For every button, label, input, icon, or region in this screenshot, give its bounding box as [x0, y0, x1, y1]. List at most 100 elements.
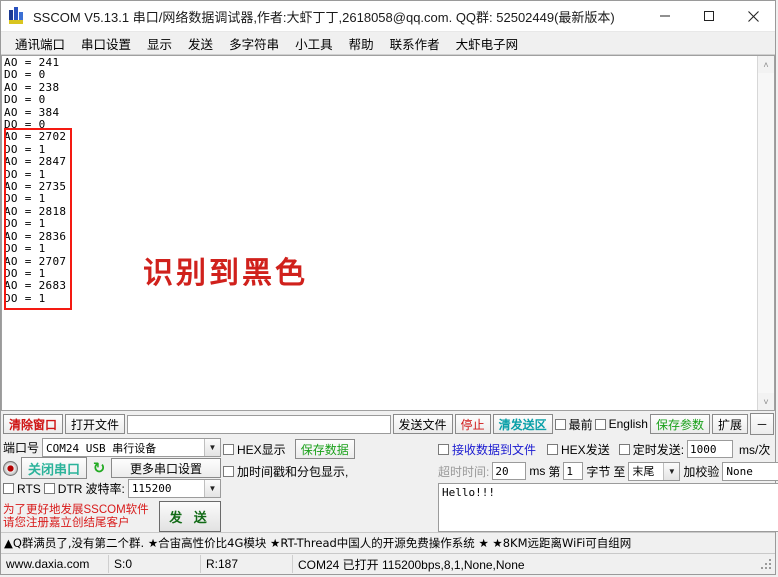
- timeout-input[interactable]: 20: [492, 462, 527, 480]
- menu-item-tools[interactable]: 小工具: [287, 32, 341, 55]
- timeout-label: 超时时间:: [438, 464, 490, 479]
- send-text-area[interactable]: Hello!!! ˄ ˅: [438, 483, 778, 532]
- timestamp-label: 加时间戳和分包显示,: [237, 464, 349, 479]
- range-end-chevron-down-icon[interactable]: ▼: [663, 462, 680, 480]
- menu-item-comm-port[interactable]: 通讯端口: [7, 32, 73, 55]
- checksum-value: None: [726, 464, 753, 478]
- rts-checkbox[interactable]: RTS: [3, 482, 41, 496]
- receive-scrollbar[interactable]: ˄ ˅: [757, 56, 774, 410]
- send-button[interactable]: 发 送: [159, 501, 221, 532]
- rts-checkbox-box[interactable]: [3, 483, 14, 494]
- terminal-output[interactable]: AO = 241 DO = 0 AO = 238 DO = 0 AO = 384…: [2, 56, 757, 410]
- receive-area: AO = 241 DO = 0 AO = 238 DO = 0 AO = 384…: [1, 55, 775, 411]
- save-params-button[interactable]: 保存参数: [649, 414, 710, 434]
- hex-display-checkbox-box[interactable]: [223, 443, 234, 455]
- register-hint-line2: 请您注册嘉立创结尾客户: [3, 516, 130, 529]
- interval-input[interactable]: 1000: [687, 440, 734, 458]
- timeout-unit-label: ms: [529, 464, 546, 478]
- open-file-button[interactable]: 打开文件: [65, 414, 126, 434]
- byte-prefix-label: 第: [548, 464, 561, 479]
- close-port-button[interactable]: 关闭串口: [21, 457, 88, 479]
- menu-item-multi-string[interactable]: 多字符串: [221, 32, 287, 55]
- terminal-text: AO = 241 DO = 0 AO = 238 DO = 0 AO = 384…: [4, 56, 67, 305]
- baud-select[interactable]: 115200 ▼: [127, 479, 221, 498]
- port-settings-column: 端口号 COM24 USB 串行设备 ▼ 关闭串口 ↻ 更多串口设置 RTS D…: [1, 436, 223, 532]
- english-checkbox-box[interactable]: [594, 418, 606, 430]
- send-options-row-1: 接收数据到文件 HEX发送 定时发送: 1000 ms/次 加回车换行 ?: [438, 438, 778, 460]
- menu-bar: 通讯端口 串口设置 显示 发送 多字符串 小工具 帮助 联系作者 大虾电子网: [1, 32, 775, 55]
- recv-to-file-label: 接收数据到文件: [452, 442, 537, 457]
- receive-options-column: HEX显示 保存数据 加时间戳和分包显示,: [223, 436, 438, 532]
- status-received-count: R:187: [201, 555, 293, 573]
- resize-grip-icon[interactable]: [759, 557, 773, 571]
- menu-item-daxia-website[interactable]: 大虾电子网: [448, 32, 527, 55]
- hex-display-checkbox[interactable]: HEX显示: [223, 441, 286, 458]
- menu-item-send[interactable]: 发送: [180, 32, 221, 55]
- collapse-button[interactable]: ─: [750, 413, 774, 435]
- dtr-checkbox[interactable]: DTR: [43, 481, 83, 496]
- baud-chevron-down-icon[interactable]: ▼: [204, 480, 220, 497]
- chevron-down-icon[interactable]: ▼: [204, 439, 220, 456]
- to-label: 至: [613, 464, 626, 479]
- port-select[interactable]: COM24 USB 串行设备 ▼: [42, 438, 221, 457]
- port-value: COM24 USB 串行设备: [46, 441, 157, 455]
- scroll-up-icon[interactable]: ˄: [758, 56, 774, 73]
- baud-value: 115200: [131, 482, 172, 495]
- menu-item-display[interactable]: 显示: [139, 32, 180, 55]
- clear-window-button[interactable]: 清除窗口: [3, 414, 64, 434]
- status-sent-count: S:0: [109, 555, 201, 573]
- scroll-track[interactable]: [758, 73, 774, 393]
- timestamp-row: 加时间戳和分包显示,: [223, 460, 436, 482]
- stop-button[interactable]: 停止: [454, 414, 491, 434]
- hex-send-checkbox-box[interactable]: [547, 443, 559, 455]
- action-toolbar: 清除窗口 打开文件 发送文件 停止 清发送区 最前 English 保存参数 扩…: [1, 411, 775, 436]
- menu-item-port-settings[interactable]: 串口设置: [73, 32, 139, 55]
- topmost-checkbox-box[interactable]: [554, 418, 566, 430]
- advertisement-ticker[interactable]: ▲Q群满员了,没有第二个群. ★合宙高性价比4G模块 ★RT-Thread中国人…: [1, 532, 775, 554]
- port-row: 端口号 COM24 USB 串行设备 ▼: [3, 438, 221, 457]
- save-data-button[interactable]: 保存数据: [294, 439, 355, 459]
- more-port-settings-button[interactable]: 更多串口设置: [111, 458, 221, 478]
- checksum-select[interactable]: None ▼: [722, 461, 778, 481]
- timed-send-label: 定时发送:: [632, 442, 685, 457]
- hex-display-row: HEX显示 保存数据: [223, 438, 436, 460]
- timed-send-checkbox[interactable]: 定时发送:: [618, 441, 685, 458]
- maximize-button[interactable]: [687, 1, 731, 31]
- timed-send-checkbox-box[interactable]: [618, 443, 630, 455]
- timestamp-checkbox[interactable]: 加时间戳和分包显示,: [223, 463, 348, 480]
- send-options-column: 接收数据到文件 HEX发送 定时发送: 1000 ms/次 加回车换行 ?: [438, 436, 778, 532]
- send-text: Hello!!!: [442, 486, 495, 499]
- extend-button[interactable]: 扩展: [711, 414, 748, 434]
- timestamp-checkbox-box[interactable]: [223, 465, 234, 477]
- baud-label: 波特率:: [85, 482, 125, 496]
- checksum-label: 加校验: [683, 464, 720, 479]
- recv-to-file-checkbox[interactable]: 接收数据到文件: [438, 441, 536, 458]
- hex-send-label: HEX发送: [561, 442, 610, 457]
- refresh-ports-icon[interactable]: ↻: [90, 459, 108, 477]
- interval-unit-label: ms/次: [739, 442, 771, 457]
- status-connection-info: COM24 已打开 115200bps,8,1,None,None: [298, 557, 525, 572]
- hex-send-checkbox[interactable]: HEX发送: [547, 441, 610, 458]
- status-website[interactable]: www.daxia.com: [1, 555, 109, 573]
- dtr-checkbox-box[interactable]: [43, 483, 55, 494]
- scroll-down-icon[interactable]: ˅: [758, 393, 774, 410]
- flow-control-row: RTS DTR 波特率: 115200 ▼: [3, 479, 221, 498]
- menu-item-help[interactable]: 帮助: [341, 32, 382, 55]
- send-file-button[interactable]: 发送文件: [392, 414, 453, 434]
- byte-index-input[interactable]: 1: [563, 462, 584, 480]
- sscom-window: SSCOM V5.13.1 串口/网络数据调试器,作者:大虾丁丁,2618058…: [0, 0, 778, 575]
- close-button[interactable]: [731, 1, 775, 31]
- window-title: SSCOM V5.13.1 串口/网络数据调试器,作者:大虾丁丁,2618058…: [33, 9, 615, 25]
- recv-to-file-checkbox-box[interactable]: [438, 443, 449, 455]
- dtr-label: DTR: [57, 481, 83, 496]
- port-label: 端口号: [3, 441, 40, 455]
- topmost-checkbox[interactable]: 最前: [554, 416, 593, 433]
- clear-send-area-button[interactable]: 清发送区: [492, 414, 553, 434]
- topmost-label: 最前: [568, 417, 593, 432]
- app-logo-icon: [8, 7, 26, 25]
- range-end-select[interactable]: 末尾 ▼: [628, 461, 681, 481]
- file-path-input[interactable]: [127, 414, 391, 434]
- minimize-button[interactable]: [643, 1, 687, 31]
- english-checkbox[interactable]: English: [594, 417, 648, 431]
- menu-item-contact-author[interactable]: 联系作者: [382, 32, 448, 55]
